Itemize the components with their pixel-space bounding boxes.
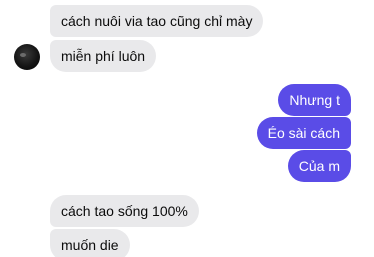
chat-thread: cách nuôi via tao cũng chỉ mày miễn phí … [0, 0, 374, 257]
message-bubble-incoming[interactable]: cách tao sống 100% [50, 195, 199, 227]
contact-avatar-icon[interactable] [14, 44, 40, 70]
message-bubble-incoming[interactable]: cách nuôi via tao cũng chỉ mày [50, 5, 264, 37]
message-bubble-outgoing[interactable]: Của m [287, 150, 351, 182]
message-bubble-incoming[interactable]: muốn die [50, 229, 130, 257]
message-bubble-outgoing[interactable]: Éo sài cách [256, 117, 351, 149]
avatar-image [20, 53, 26, 57]
message-bubble-incoming[interactable]: miễn phí luôn [50, 40, 157, 72]
message-bubble-outgoing[interactable]: Nhưng t [278, 84, 351, 116]
